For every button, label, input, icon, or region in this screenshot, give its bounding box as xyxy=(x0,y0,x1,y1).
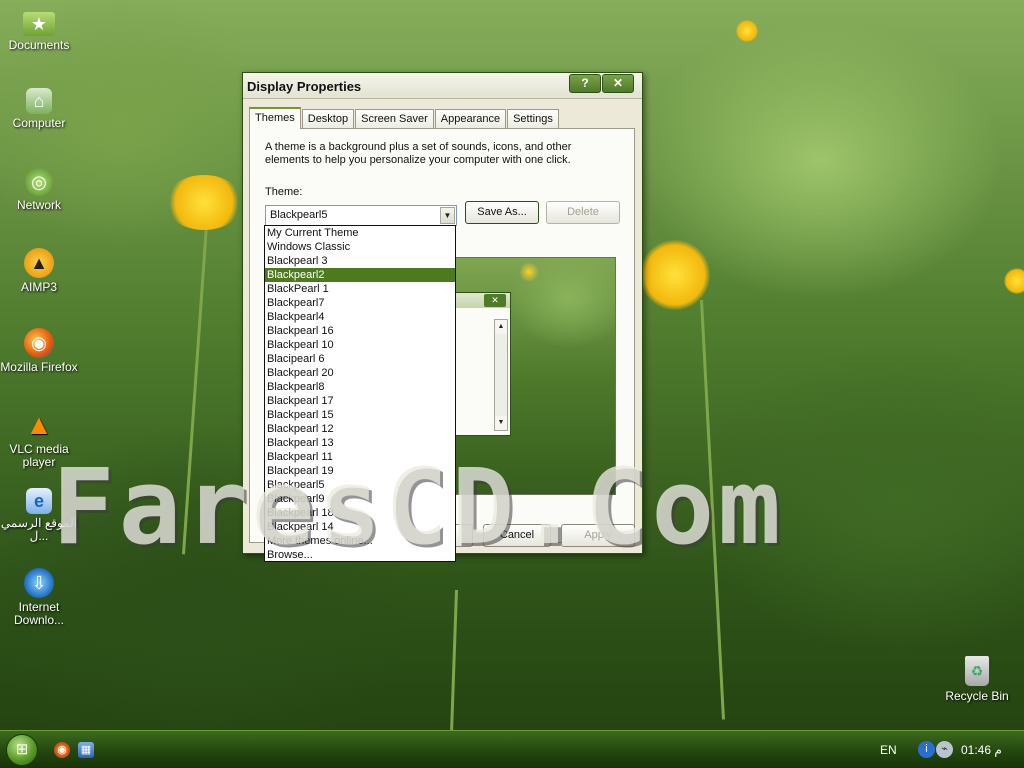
theme-option[interactable]: Blackpearl8 xyxy=(265,380,455,394)
vlc-cone-icon: ▲ xyxy=(25,408,53,440)
dialog-titlebar[interactable]: Display Properties ? ✕ xyxy=(243,73,642,99)
start-orb-icon[interactable]: ⊞ xyxy=(6,734,38,766)
theme-label: Theme: xyxy=(265,186,303,198)
taskbar: ⊞ ◉ ▦ EN i ⌁ 01:46 م xyxy=(0,730,1024,768)
desktop-icon-recycle-bin[interactable]: ♻ Recycle Bin xyxy=(938,656,1016,703)
theme-option[interactable]: Blackpearl 16 xyxy=(265,324,455,338)
delete-button: Delete xyxy=(546,201,620,224)
preview-sample-window: ✕ ▲ ▼ xyxy=(449,292,511,436)
help-button[interactable]: ? xyxy=(569,74,601,93)
theme-select[interactable]: Blackpearl5 ▼ xyxy=(265,205,457,226)
desktop-icon-network[interactable]: ◎ Network xyxy=(0,168,78,212)
theme-option[interactable]: Blackpearl4 xyxy=(265,310,455,324)
desktop-icon-firefox[interactable]: ◉ Mozilla Firefox xyxy=(0,328,78,374)
taskbar-clock[interactable]: 01:46 م xyxy=(961,743,1002,757)
yellow-flower xyxy=(640,240,710,310)
preview-close-icon: ✕ xyxy=(484,294,506,307)
theme-option[interactable]: Blackpearl7 xyxy=(265,296,455,310)
recycle-bin-icon: ♻ xyxy=(965,656,989,686)
desktop-icon-label: Internet Downlo... xyxy=(13,600,65,627)
quicklaunch-firefox-icon[interactable]: ◉ xyxy=(54,742,70,758)
network-globe-icon: ◎ xyxy=(25,168,53,196)
theme-option[interactable]: Blackpearl 20 xyxy=(265,366,455,380)
firefox-icon: ◉ xyxy=(24,328,54,358)
internet-download-manager-icon: ⇩ xyxy=(24,568,54,598)
desktop-icon-label: AIMP3 xyxy=(20,280,57,294)
tab-desktop[interactable]: Desktop xyxy=(301,109,355,129)
aimp-icon: ▲ xyxy=(24,248,54,278)
tab-strip: Themes Desktop Screen Saver Appearance S… xyxy=(249,107,560,129)
yellow-flower xyxy=(736,20,758,42)
info-icon[interactable]: i xyxy=(918,741,935,758)
tab-settings[interactable]: Settings xyxy=(507,109,559,129)
chevron-down-icon[interactable]: ▼ xyxy=(440,207,455,224)
theme-option[interactable]: BlackPearl 1 xyxy=(265,282,455,296)
theme-option[interactable]: Blackpearl 15 xyxy=(265,408,455,422)
theme-description: A theme is a background plus a set of so… xyxy=(265,141,572,166)
preview-window-titlebar: ✕ xyxy=(450,293,510,308)
tab-themes[interactable]: Themes xyxy=(249,107,301,129)
theme-option[interactable]: Blackpearl 3 xyxy=(265,254,455,268)
desktop-icon-aimp3[interactable]: ▲ AIMP3 xyxy=(0,248,78,294)
scroll-down-icon: ▼ xyxy=(495,416,507,430)
dialog-title: Display Properties xyxy=(247,79,362,94)
desktop-icon-label: Computer xyxy=(12,116,66,130)
internet-explorer-icon: e xyxy=(26,488,52,514)
scroll-up-icon: ▲ xyxy=(495,320,507,334)
theme-option-selected[interactable]: Blackpearl2 xyxy=(265,268,455,282)
theme-option[interactable]: Blackpearl 10 xyxy=(265,338,455,352)
theme-option[interactable]: Blackpearl 17 xyxy=(265,394,455,408)
preview-scrollbar: ▲ ▼ xyxy=(494,319,508,431)
desktop-icon-label: Network xyxy=(16,198,61,212)
yellow-flower xyxy=(165,175,243,230)
theme-option[interactable]: Blackpearl 12 xyxy=(265,422,455,436)
computer-icon: ⌂ xyxy=(26,88,52,114)
desktop-icon-idm[interactable]: ⇩ Internet Downlo... xyxy=(0,568,78,627)
tab-screen-saver[interactable]: Screen Saver xyxy=(355,109,434,129)
theme-option[interactable]: My Current Theme xyxy=(265,226,455,240)
theme-option[interactable]: Blacipearl 6 xyxy=(265,352,455,366)
theme-select-value: Blackpearl5 xyxy=(270,209,328,221)
quicklaunch-show-desktop-icon[interactable]: ▦ xyxy=(78,742,94,758)
desktop-icon-label: Mozilla Firefox xyxy=(0,360,78,374)
folder-icon: ★ xyxy=(23,12,55,36)
desktop-icon-label: Documents xyxy=(8,38,70,52)
theme-option[interactable]: Windows Classic xyxy=(265,240,455,254)
close-button[interactable]: ✕ xyxy=(602,74,634,93)
desktop-icon-label: Recycle Bin xyxy=(945,689,1009,703)
language-indicator[interactable]: EN xyxy=(880,743,897,757)
flower-stem xyxy=(450,589,458,730)
desktop-icon-documents[interactable]: ★ Documents xyxy=(0,8,78,52)
network-status-icon[interactable]: ⌁ xyxy=(936,741,953,758)
yellow-flower xyxy=(1004,268,1024,294)
save-as-button[interactable]: Save As... xyxy=(465,201,539,224)
desktop-icon-computer[interactable]: ⌂ Computer xyxy=(0,88,78,130)
tab-appearance[interactable]: Appearance xyxy=(434,109,507,129)
watermark-text: FaresCD.Com xyxy=(52,446,785,568)
